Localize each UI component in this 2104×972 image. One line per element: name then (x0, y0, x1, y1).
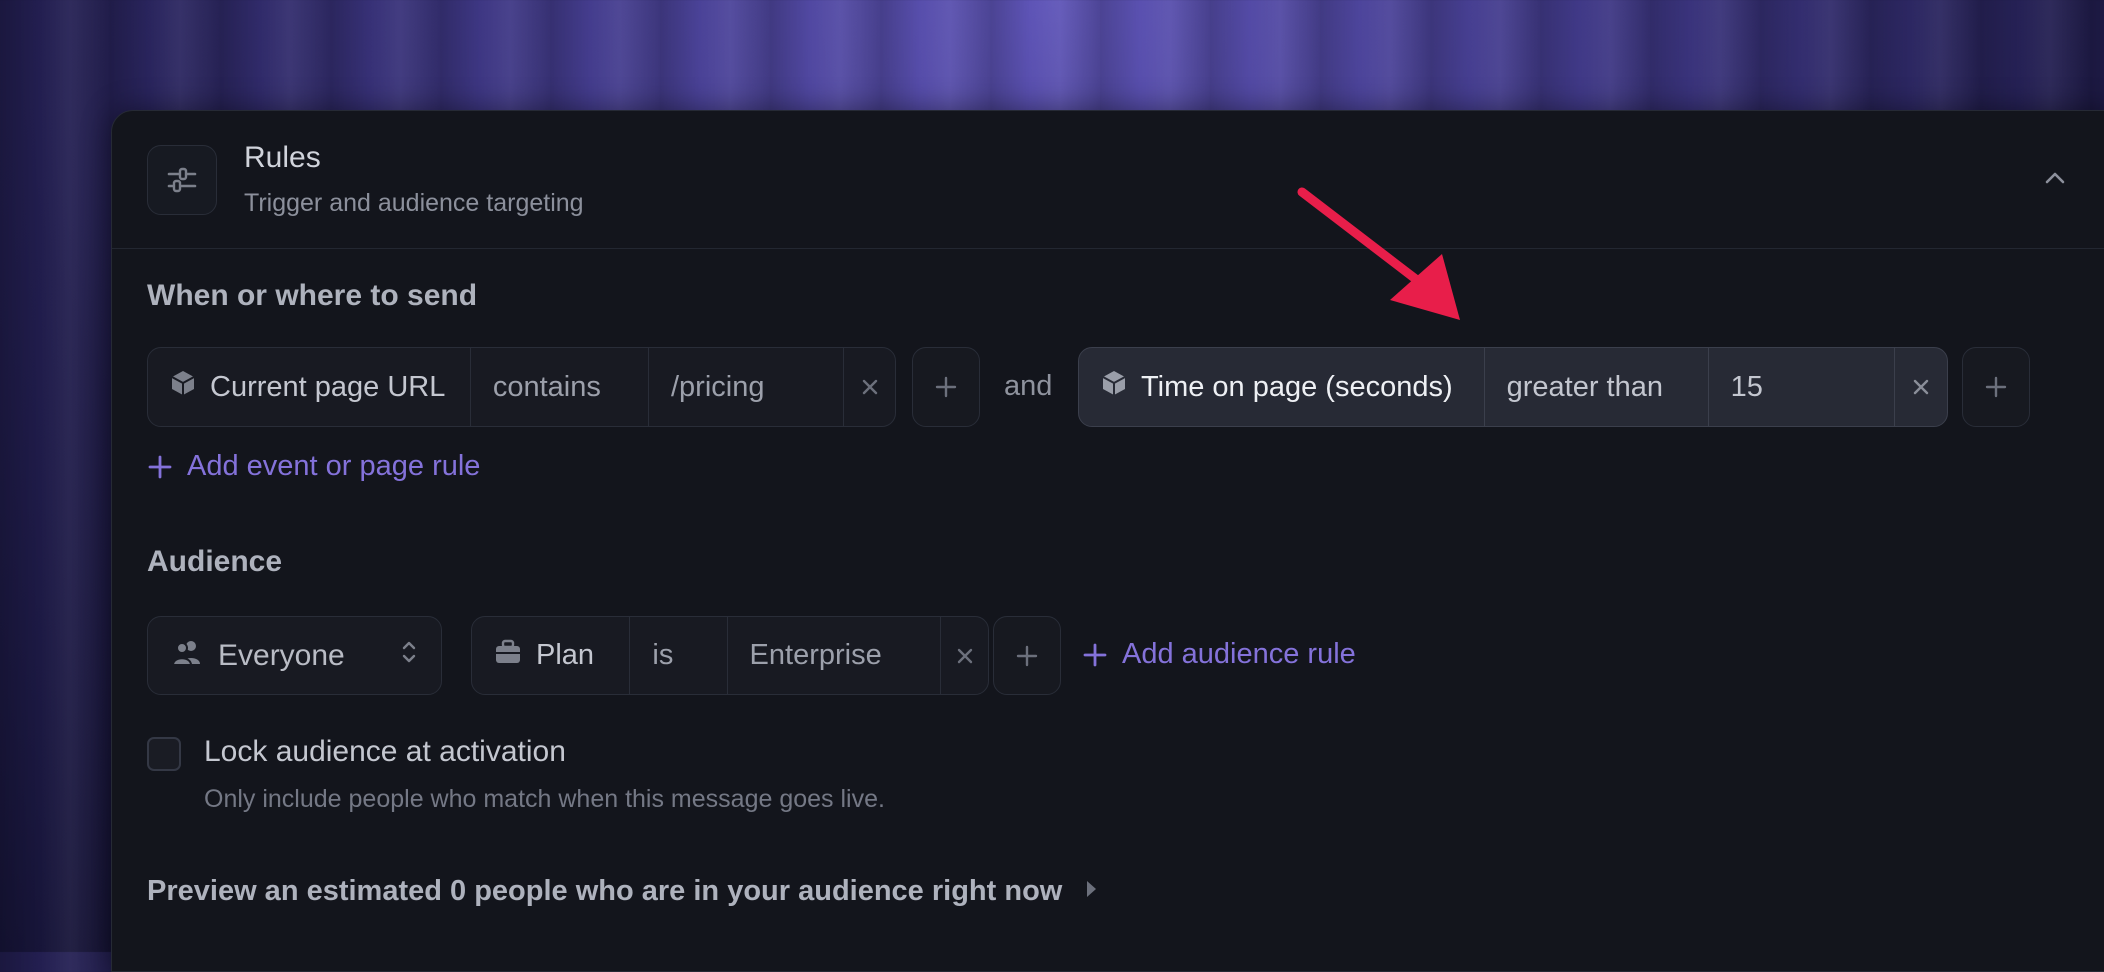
rule-operator[interactable]: greater than (1485, 348, 1709, 426)
add-audience-rule-label: Add audience rule (1122, 638, 1356, 670)
annotation-arrow-icon (1297, 187, 1460, 320)
rule-field[interactable]: Time on page (seconds) (1079, 348, 1485, 426)
audience-rule-value[interactable]: Enterprise (728, 617, 942, 694)
rule-current-page-url: Current page URL contains /pricing (147, 347, 896, 427)
rule-operator[interactable]: contains (471, 348, 649, 426)
add-condition-button[interactable] (912, 347, 980, 427)
audience-selector[interactable]: Everyone (147, 616, 442, 695)
caret-right-icon (1084, 875, 1098, 908)
rules-header[interactable]: Rules Trigger and audience targeting (112, 111, 2104, 249)
section-title-when: When or where to send (147, 279, 478, 312)
lock-audience-label[interactable]: Lock audience at activation (204, 735, 566, 769)
rule-value[interactable]: 15 (1709, 348, 1895, 426)
plus-icon (1985, 376, 2007, 398)
close-icon (862, 379, 877, 395)
audience-rule-plan: Plan is Enterprise (471, 616, 989, 695)
rule-time-on-page: Time on page (seconds) greater than 15 (1078, 347, 1948, 427)
conjunction-and: and (1004, 370, 1053, 402)
plus-icon (935, 376, 957, 398)
plus-icon (1016, 645, 1038, 666)
cube-icon (170, 369, 196, 405)
panel-subtitle: Trigger and audience targeting (244, 189, 584, 217)
rule-value[interactable]: /pricing (649, 348, 845, 426)
chevron-up-icon[interactable] (2040, 163, 2070, 193)
close-icon (1913, 379, 1929, 395)
chevron-up-down-icon (401, 638, 417, 674)
panel-title: Rules (244, 141, 321, 174)
remove-rule-button[interactable] (1895, 348, 1947, 426)
users-icon (171, 638, 202, 674)
remove-audience-rule-button[interactable] (941, 617, 988, 694)
lock-audience-help: Only include people who match when this … (204, 785, 885, 813)
plus-icon (148, 455, 172, 478)
add-audience-rule-link[interactable]: Add audience rule (1082, 638, 1356, 671)
add-event-or-page-rule-label: Add event or page rule (187, 450, 481, 482)
audience-selector-value: Everyone (218, 638, 345, 672)
plus-icon (1083, 643, 1107, 666)
remove-rule-button[interactable] (844, 348, 895, 426)
section-title-audience: Audience (147, 545, 283, 578)
audience-selector-inner: Everyone (148, 617, 441, 694)
sliders-icon (147, 145, 217, 215)
preview-audience-toggle[interactable]: Preview an estimated 0 people who are in… (147, 875, 1098, 908)
close-icon (957, 648, 972, 663)
rule-field-label: Time on page (seconds) (1141, 370, 1453, 403)
rule-field-label: Current page URL (210, 370, 446, 403)
briefcase-icon (494, 639, 522, 673)
audience-rule-field[interactable]: Plan (472, 617, 631, 694)
preview-text: Preview an estimated 0 people who are in… (147, 875, 1063, 907)
lock-audience-checkbox[interactable] (147, 737, 181, 771)
add-event-or-page-rule-link[interactable]: Add event or page rule (147, 450, 480, 483)
audience-rule-operator[interactable]: is (630, 617, 728, 694)
add-condition-button[interactable] (1962, 347, 2030, 427)
rule-field[interactable]: Current page URL (148, 348, 471, 426)
add-audience-condition-button[interactable] (993, 616, 1061, 695)
cube-icon (1101, 369, 1127, 405)
audience-rule-field-label: Plan (536, 639, 595, 671)
audience-selector-value-wrap: Everyone (171, 638, 345, 674)
rules-panel: Rules Trigger and audience targeting Whe… (111, 110, 2104, 972)
